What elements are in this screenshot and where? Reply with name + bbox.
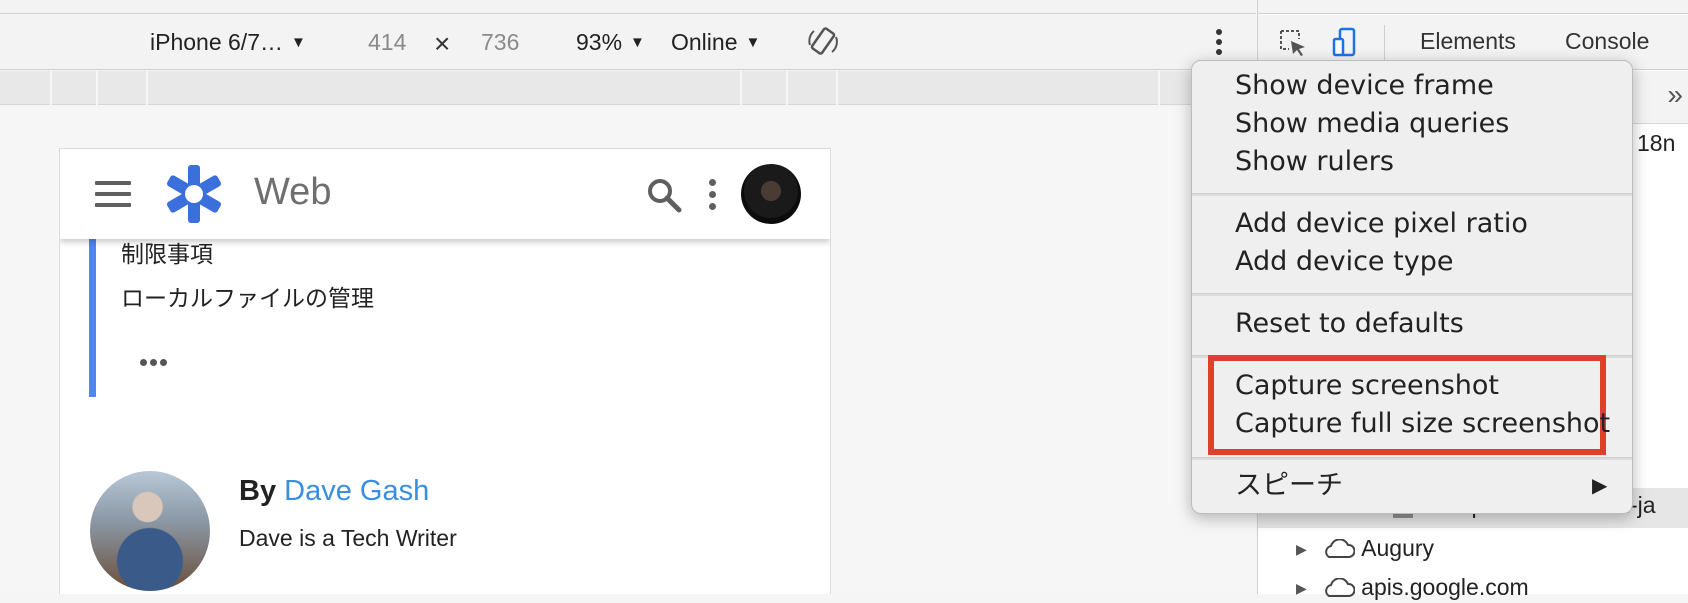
menu-item-show-device-frame[interactable]: Show device frame: [1235, 69, 1494, 103]
toc-item[interactable]: ローカルファイルの管理: [121, 279, 374, 313]
tree-row[interactable]: ▶ apis.google.com: [1296, 572, 1529, 602]
height-input[interactable]: 736: [481, 27, 519, 57]
zoom-select[interactable]: 93% ▼: [576, 27, 645, 57]
device-toolbar: iPhone 6/7… ▼ 414 × 736 93% ▼ Online ▼: [0, 15, 1256, 70]
width-input[interactable]: 414: [368, 27, 406, 57]
caret-down-icon: ▼: [745, 34, 761, 51]
menu-item-capture-full-size-screenshot[interactable]: Capture full size screenshot: [1235, 407, 1610, 441]
caret-down-icon: ▼: [290, 34, 306, 51]
menu-separator: [1192, 457, 1632, 460]
cloud-icon: [1325, 577, 1356, 597]
device-select[interactable]: iPhone 6/7… ▼: [150, 27, 306, 57]
caret-down-icon: ▼: [630, 34, 645, 51]
menu-item-show-media-queries[interactable]: Show media queries: [1235, 107, 1509, 141]
menu-item-capture-screenshot[interactable]: Capture screenshot: [1235, 369, 1499, 403]
toc-item[interactable]: 制限事項: [121, 235, 213, 269]
menu-item-show-rulers[interactable]: Show rulers: [1235, 145, 1394, 179]
menu-item-add-device-pixel-ratio[interactable]: Add device pixel ratio: [1235, 207, 1528, 241]
app-bar: Web: [60, 149, 830, 239]
app-title: Web: [254, 171, 332, 213]
toc-more-icon[interactable]: [140, 353, 176, 366]
search-icon[interactable]: [646, 177, 682, 213]
avatar[interactable]: [741, 164, 801, 224]
tree-row-fragment: 18n: [1637, 130, 1676, 156]
submenu-arrow-icon: ▶: [1592, 475, 1608, 497]
toc-indicator: [89, 237, 96, 397]
expand-triangle-icon[interactable]: ▶: [1296, 541, 1307, 557]
times-sign: ×: [434, 28, 451, 59]
menu-icon[interactable]: [95, 181, 131, 207]
network-select-label: Online: [671, 29, 738, 55]
toolbar-top-strip: [0, 0, 1256, 14]
web-logo-icon[interactable]: [164, 163, 224, 225]
tab-divider: [1384, 25, 1385, 61]
author-photo: [90, 471, 210, 591]
network-select[interactable]: Online ▼: [671, 27, 760, 57]
menu-item-add-device-type[interactable]: Add device type: [1235, 245, 1453, 279]
device-options-menu: Show device frame Show media queries Sho…: [1191, 60, 1633, 514]
inspect-element-icon[interactable]: [1277, 27, 1309, 59]
tree-row-label: Augury: [1361, 535, 1435, 561]
author-description: Dave is a Tech Writer: [239, 525, 457, 551]
device-select-label: iPhone 6/7…: [150, 29, 283, 55]
zoom-select-label: 93%: [576, 29, 623, 55]
overflow-chevron-icon[interactable]: »: [1667, 79, 1683, 111]
menu-separator: [1192, 193, 1632, 196]
tree-row[interactable]: ▶ Augury: [1296, 533, 1434, 563]
media-query-bar[interactable]: [0, 71, 1256, 105]
rotate-icon[interactable]: [806, 25, 840, 59]
author-byline: By Dave Gash: [239, 475, 429, 508]
menu-separator: [1192, 293, 1632, 296]
menu-item-reset-to-defaults[interactable]: Reset to defaults: [1235, 307, 1464, 341]
tree-row-label: apis.google.com: [1361, 574, 1529, 600]
by-label: By: [239, 475, 277, 507]
emulated-page: Web 制限事項 ローカルファイルの管理 By Dave Gash Dave i…: [59, 148, 831, 594]
more-options-icon[interactable]: [1212, 28, 1226, 58]
cloud-icon: [1325, 538, 1356, 558]
author-link[interactable]: Dave Gash: [284, 475, 429, 507]
tab-elements[interactable]: Elements: [1420, 28, 1516, 55]
menu-item-speech[interactable]: スピーチ: [1235, 469, 1343, 503]
overflow-menu-icon[interactable]: [707, 179, 717, 211]
tab-console[interactable]: Console: [1565, 28, 1649, 55]
device-toolbar-icon[interactable]: [1330, 27, 1362, 59]
devtools-top-strip: [1258, 0, 1688, 14]
